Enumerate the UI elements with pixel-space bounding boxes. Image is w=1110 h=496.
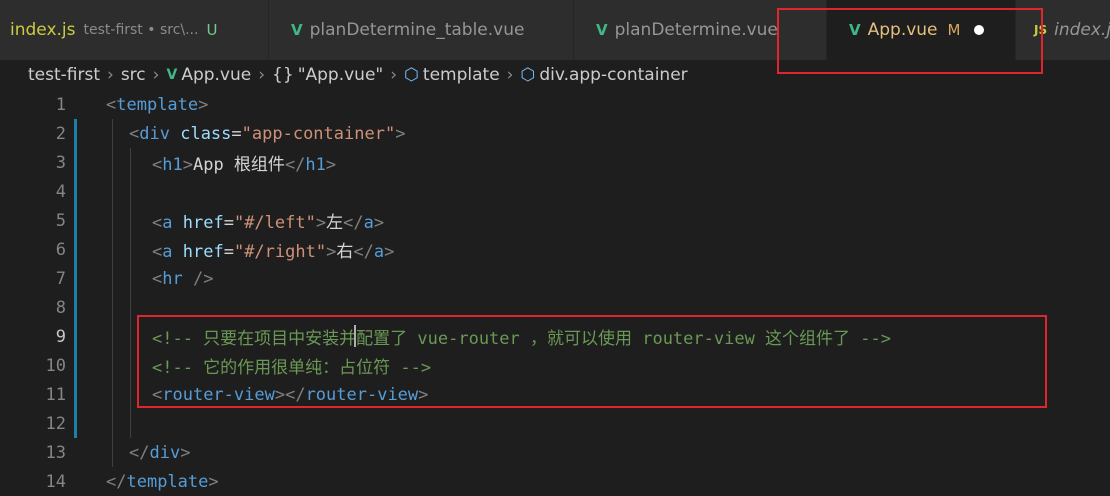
line-number: 5 <box>55 210 66 231</box>
tab-label: index.js <box>1054 20 1110 40</box>
highlight-box-code <box>137 315 1047 408</box>
code-line: 5 <a href="#/left">左</a> <box>0 206 1110 235</box>
line-number: 2 <box>55 123 66 144</box>
breadcrumb: test-first › src › V App.vue › {} "App.v… <box>0 60 1110 90</box>
line-number: 10 <box>45 355 66 376</box>
line-number: 14 <box>45 471 66 492</box>
untracked-badge: U <box>206 21 218 39</box>
breadcrumb-file[interactable]: App.vue <box>181 65 251 85</box>
line-number: 13 <box>45 442 66 463</box>
line-number: 3 <box>55 152 66 173</box>
line-number: 4 <box>55 181 66 202</box>
breadcrumb-module[interactable]: "App.vue" <box>298 65 384 85</box>
line-number: 11 <box>45 384 66 405</box>
chevron-right-icon: › <box>506 65 514 85</box>
chevron-right-icon: › <box>390 65 398 85</box>
cube-icon: ⬡ <box>404 65 419 85</box>
breadcrumb-template[interactable]: template <box>423 65 500 85</box>
vue-icon: V <box>596 21 608 39</box>
braces-icon: {} <box>272 65 294 85</box>
tab-label: index.js <box>10 20 76 40</box>
code-line: 2 <div class="app-container"> <box>0 119 1110 148</box>
breadcrumb-element[interactable]: div.app-container <box>539 65 687 85</box>
vue-icon: V <box>291 21 303 39</box>
chevron-right-icon: › <box>107 65 114 85</box>
chevron-right-icon: › <box>258 65 266 85</box>
breadcrumb-folder[interactable]: src <box>121 65 146 85</box>
code-line: 12 <box>0 409 1110 438</box>
tab-plandetermine-table-vue[interactable]: V planDetermine_table.vue <box>269 0 573 60</box>
vue-icon: V <box>166 67 178 83</box>
line-number: 7 <box>55 268 66 289</box>
tab-label: planDetermine_table.vue <box>309 20 525 40</box>
code-line: 1 <template> <box>0 90 1110 119</box>
code-line: 7 <hr /> <box>0 264 1110 293</box>
line-number: 9 <box>55 326 66 347</box>
line-number: 8 <box>55 297 66 318</box>
line-number: 12 <box>45 413 66 434</box>
tab-label: planDetermine.vue <box>614 20 778 40</box>
chevron-right-icon: › <box>152 65 160 85</box>
tab-index-js[interactable]: index.js test-first • src\... U <box>0 0 268 60</box>
tab-path-hint: test-first • src\... <box>83 22 199 38</box>
code-line: 14 </template> <box>0 467 1110 496</box>
code-editor[interactable]: 1 <template> 2 <div class="app-container… <box>0 90 1110 494</box>
code-line: 3 <h1>App 根组件</h1> <box>0 148 1110 177</box>
line-number: 1 <box>55 94 66 115</box>
code-line: 4 <box>0 177 1110 206</box>
breadcrumb-root[interactable]: test-first <box>28 65 100 85</box>
line-number: 6 <box>55 239 66 260</box>
code-line: 13 </div> <box>0 438 1110 467</box>
code-line: 6 <a href="#/right">右</a> <box>0 235 1110 264</box>
cube-icon: ⬡ <box>520 65 536 85</box>
